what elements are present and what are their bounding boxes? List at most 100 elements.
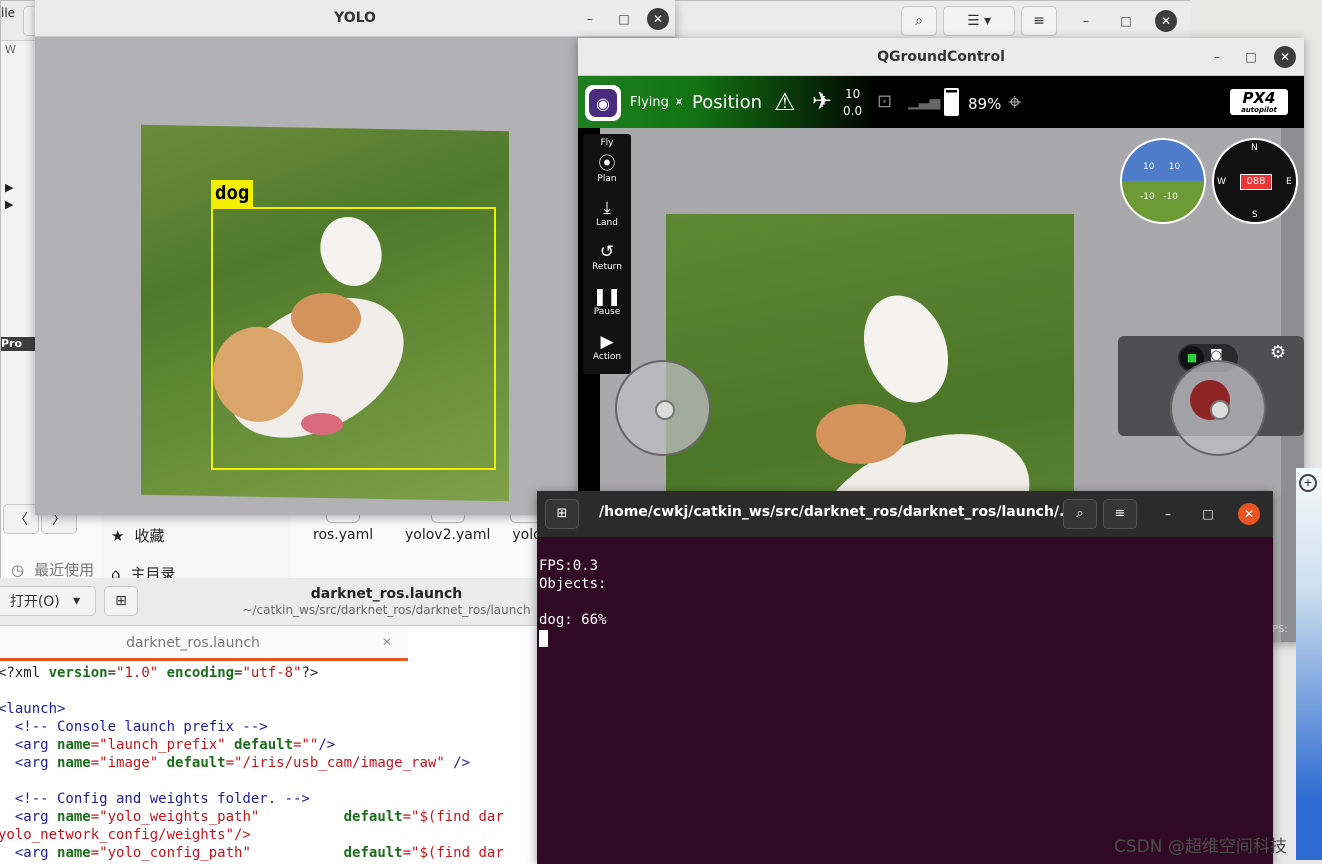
minimize-button[interactable]: – bbox=[579, 8, 601, 30]
minimize-button[interactable]: – bbox=[1075, 10, 1097, 32]
minimize-button[interactable]: – bbox=[1157, 503, 1179, 525]
back-button[interactable]: 〈 bbox=[3, 504, 39, 534]
minimize-button[interactable]: – bbox=[1206, 46, 1228, 68]
play-icon: ▶ bbox=[600, 332, 614, 352]
search-icon: ⌕ bbox=[915, 13, 923, 29]
gedit-headerbar: 打开(O) ▾ ⊞ darknet_ros.launch ~/catkin_ws… bbox=[0, 578, 537, 626]
code-attr: default bbox=[259, 809, 403, 825]
return-icon: ↺ bbox=[599, 242, 615, 262]
pitch-label: -10 -10 bbox=[1140, 192, 1178, 202]
hamburger-icon: ≡ bbox=[1033, 13, 1045, 29]
sidebar-item-starred[interactable]: ★ 收藏 bbox=[111, 525, 164, 546]
code-tag: <arg bbox=[0, 845, 58, 861]
window-edge-label: ile bbox=[1, 6, 16, 20]
tool-return[interactable]: ↺ Return bbox=[583, 242, 631, 272]
status-partial: PS: bbox=[1272, 624, 1288, 635]
signal-icon: ▁▃▅ bbox=[908, 94, 941, 110]
window-edge-label: Pro bbox=[1, 337, 35, 351]
code-attr: name bbox=[57, 737, 91, 753]
code-editor[interactable]: <?xml version="1.0" encoding="utf-8"?> <… bbox=[0, 664, 504, 862]
compass-e: E bbox=[1286, 177, 1292, 187]
menu-button[interactable]: ≡ bbox=[1021, 6, 1057, 36]
code-string: "utf-8" bbox=[242, 665, 302, 681]
search-button[interactable]: ⌕ bbox=[1063, 499, 1097, 529]
qgc-menu-button[interactable]: ◉ bbox=[585, 85, 621, 121]
view-toggle-button[interactable]: ☰ ▾ bbox=[943, 6, 1015, 36]
code-tag: <launch> bbox=[0, 701, 66, 717]
close-tab-icon[interactable]: ✕ bbox=[382, 635, 392, 649]
code-tag: /> bbox=[444, 755, 471, 771]
tool-action[interactable]: ▶ Action bbox=[583, 332, 631, 362]
code-attr: default bbox=[158, 755, 226, 771]
maximize-button[interactable]: □ bbox=[1197, 503, 1219, 525]
search-button[interactable]: ⌕ bbox=[901, 6, 937, 36]
close-button[interactable]: ✕ bbox=[1274, 46, 1296, 68]
detection-line: dog: 66% bbox=[539, 612, 607, 628]
code-text: ?> bbox=[301, 665, 319, 681]
left-joystick[interactable] bbox=[615, 360, 711, 456]
gps-rtk-icon[interactable]: ⌖ bbox=[1008, 88, 1022, 116]
code-attr: version bbox=[48, 665, 108, 681]
new-tab-icon: ⊞ bbox=[556, 506, 568, 521]
tab-darknet-launch[interactable]: darknet_ros.launch ✕ bbox=[0, 627, 408, 661]
code-string: ="" bbox=[293, 737, 319, 753]
joystick-thumb[interactable] bbox=[1210, 400, 1230, 420]
right-joystick[interactable] bbox=[1170, 360, 1266, 456]
terminal-window: ⊞ /home/cwkj/catkin_ws/src/darknet_ros/d… bbox=[537, 491, 1273, 864]
code-string: "1.0" bbox=[116, 665, 159, 681]
fly-toolstrip: Fly ⦿ Plan ⤓ Land ↺ Return ❚❚ Pause ▶ Action bbox=[583, 134, 631, 374]
code-text: = bbox=[107, 665, 117, 681]
compass-indicator: N E S W 088 bbox=[1212, 138, 1298, 224]
close-button[interactable]: ✕ bbox=[647, 8, 669, 30]
expander-icon[interactable]: ▶ bbox=[5, 198, 13, 211]
terminal-output[interactable]: FPS:0.3 Objects: dog: 66% bbox=[539, 557, 1269, 647]
rc-icon[interactable]: ⊡ bbox=[877, 91, 892, 112]
dog-tail-shape bbox=[849, 283, 963, 415]
close-button[interactable]: ✕ bbox=[1238, 503, 1260, 525]
terminal-headerbar: ⊞ /home/cwkj/catkin_ws/src/darknet_ros/d… bbox=[537, 491, 1273, 537]
hdop-value: 0.0 bbox=[843, 104, 863, 118]
maximize-button[interactable]: □ bbox=[1240, 46, 1262, 68]
detection-label: dog bbox=[211, 180, 254, 207]
code-string: ="launch_prefix" bbox=[90, 737, 226, 753]
terminal-title: /home/cwkj/catkin_ws/src/darknet_ros/dar… bbox=[599, 504, 1076, 520]
file-manager-sidebar: W ▶ ▶ bbox=[1, 41, 37, 511]
compass-n: N bbox=[1251, 143, 1258, 153]
warning-icon[interactable]: ⚠ bbox=[774, 88, 796, 116]
gear-icon[interactable]: ⚙ bbox=[1270, 342, 1286, 363]
satellite-icon[interactable]: ✈ bbox=[812, 87, 832, 115]
plan-icon: ⦿ bbox=[598, 154, 616, 174]
search-icon: ⌕ bbox=[1076, 506, 1084, 521]
gedit-window: 打开(O) ▾ ⊞ darknet_ros.launch ~/catkin_ws… bbox=[0, 578, 537, 864]
code-string: ="yolo_weights_path" bbox=[90, 809, 260, 825]
background-window-edge: + bbox=[1296, 468, 1322, 860]
attitude-indicator: 10 10 -10 -10 bbox=[1120, 138, 1206, 224]
window-title: QGroundControl bbox=[578, 38, 1304, 76]
satellite-count: 10 bbox=[845, 87, 861, 101]
battery-icon[interactable] bbox=[944, 88, 959, 116]
close-button[interactable]: ✕ bbox=[1155, 10, 1177, 32]
flight-mode[interactable]: Position bbox=[692, 92, 762, 113]
new-tab-button[interactable]: ⊞ bbox=[545, 499, 579, 529]
joystick-thumb[interactable] bbox=[655, 400, 675, 420]
expander-icon[interactable]: ▶ bbox=[5, 181, 13, 194]
compass-s: S bbox=[1252, 210, 1258, 220]
code-string: ="/iris/usb_cam/image_raw" bbox=[225, 755, 445, 771]
pitch-label: 10 10 bbox=[1143, 162, 1181, 172]
watermark: CSDN @超维空间科技 bbox=[1114, 837, 1287, 857]
hamburger-icon: ≡ bbox=[1114, 506, 1126, 521]
tool-pause[interactable]: ❚❚ Pause bbox=[583, 287, 631, 317]
tool-fly[interactable]: Fly bbox=[583, 138, 631, 148]
menu-button[interactable]: ≡ bbox=[1103, 499, 1137, 529]
flight-state[interactable]: Flying bbox=[630, 95, 669, 110]
code-tag: <arg bbox=[0, 737, 58, 753]
maximize-button[interactable]: □ bbox=[1115, 10, 1137, 32]
tool-plan[interactable]: ⦿ Plan bbox=[583, 154, 631, 184]
objects-line: Objects: bbox=[539, 576, 607, 592]
zoom-in-icon[interactable]: + bbox=[1299, 474, 1317, 492]
sidebar-item-recent[interactable]: ◷ 最近使用 bbox=[11, 559, 94, 580]
maximize-button[interactable]: □ bbox=[613, 8, 635, 30]
code-attr: name bbox=[57, 755, 91, 771]
tool-land[interactable]: ⤓ Land bbox=[583, 198, 631, 228]
pause-icon: ❚❚ bbox=[592, 287, 622, 307]
